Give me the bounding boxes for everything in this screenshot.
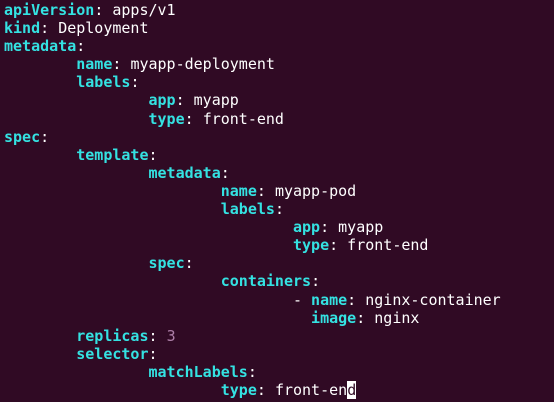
yaml-separator: : bbox=[40, 19, 59, 38]
yaml-separator: : bbox=[311, 272, 321, 291]
yaml-key: apiVersion bbox=[4, 1, 95, 19]
yaml-key: matchLabels bbox=[148, 362, 248, 381]
yaml-separator: : bbox=[112, 55, 131, 74]
yaml-key: type bbox=[220, 380, 257, 399]
code-line: labels: bbox=[4, 73, 501, 91]
yaml-separator: : bbox=[148, 344, 158, 363]
yaml-separator: : bbox=[356, 308, 375, 327]
yaml-value: Deployment bbox=[58, 19, 149, 38]
code-line: type: front-end bbox=[4, 380, 501, 399]
yaml-separator: : bbox=[247, 362, 257, 381]
yaml-separator: : bbox=[320, 218, 339, 237]
terminal-window[interactable]: apiVersion: apps/v1 kind: Deployment metad… bbox=[0, 0, 554, 402]
yaml-key: image bbox=[311, 308, 357, 327]
yaml-key: spec bbox=[148, 254, 185, 273]
yaml-key: type bbox=[148, 109, 185, 128]
yaml-key: app bbox=[148, 91, 176, 110]
code-line: name: myapp-deployment bbox=[4, 55, 501, 73]
yaml-separator: : bbox=[175, 91, 194, 110]
yaml-separator: : bbox=[220, 163, 230, 182]
yaml-value: front-end bbox=[347, 236, 429, 255]
code-line: containers: bbox=[4, 272, 501, 290]
yaml-key: name bbox=[311, 290, 348, 309]
yaml-value: myapp-pod bbox=[274, 181, 357, 200]
yaml-separator: : bbox=[256, 181, 275, 200]
yaml-key: metadata bbox=[148, 163, 221, 182]
code-line: replicas: 3 bbox=[4, 327, 501, 345]
yaml-separator: : bbox=[130, 73, 140, 92]
yaml-value: myapp-deployment bbox=[130, 55, 275, 74]
yaml-separator: : bbox=[148, 326, 167, 345]
text-cursor: d bbox=[347, 380, 357, 399]
code-line: app: myapp bbox=[4, 218, 501, 236]
yaml-key: spec bbox=[4, 127, 41, 146]
yaml-key: name bbox=[220, 181, 257, 200]
code-line: name: myapp-pod bbox=[4, 182, 501, 200]
code-line: app: myapp bbox=[4, 91, 501, 109]
code-line: spec: bbox=[4, 254, 501, 272]
yaml-value: apps/v1 bbox=[112, 1, 176, 19]
code-line: metadata: bbox=[4, 164, 501, 182]
yaml-separator: : bbox=[274, 200, 284, 219]
code-line: matchLabels: bbox=[4, 363, 501, 381]
yaml-separator: : bbox=[347, 290, 366, 309]
code-line: metadata: bbox=[4, 37, 501, 55]
yaml-key: selector bbox=[76, 344, 149, 363]
yaml-key: labels bbox=[220, 200, 275, 219]
code-line: selector: bbox=[4, 345, 501, 363]
yaml-separator: : bbox=[329, 236, 348, 255]
code-line: apiVersion: apps/v1 bbox=[4, 1, 501, 19]
yaml-key: metadata bbox=[4, 37, 77, 56]
yaml-key: name bbox=[76, 55, 113, 74]
yaml-separator: : bbox=[76, 37, 86, 56]
yaml-value: nginx-container bbox=[365, 290, 501, 309]
code-line: image: nginx bbox=[4, 309, 501, 327]
code-line: labels: bbox=[4, 200, 501, 218]
yaml-key: labels bbox=[76, 73, 131, 92]
yaml-separator: : bbox=[94, 1, 113, 19]
yaml-separator: : bbox=[184, 109, 203, 128]
yaml-editor-text[interactable]: apiVersion: apps/v1 kind: Deployment metad… bbox=[4, 1, 501, 399]
yaml-value: myapp bbox=[193, 91, 239, 110]
yaml-value: 3 bbox=[166, 326, 176, 345]
yaml-key: containers bbox=[220, 272, 312, 291]
yaml-key: replicas bbox=[76, 326, 149, 345]
code-line: template: bbox=[4, 146, 501, 164]
yaml-key: app bbox=[292, 218, 321, 237]
yaml-value: myapp bbox=[338, 218, 384, 237]
yaml-separator: : bbox=[184, 254, 194, 273]
yaml-value: front-end bbox=[202, 109, 284, 128]
yaml-separator: : bbox=[40, 127, 50, 146]
yaml-separator: : bbox=[148, 145, 158, 164]
code-line: spec: bbox=[4, 128, 501, 146]
yaml-separator: : bbox=[256, 380, 275, 399]
yaml-value: nginx bbox=[374, 308, 420, 327]
code-line: type: front-end bbox=[4, 110, 501, 128]
code-line: type: front-end bbox=[4, 236, 501, 254]
line-indent: - bbox=[4, 290, 312, 309]
yaml-value: front-en bbox=[274, 380, 348, 399]
code-line: kind: Deployment bbox=[4, 19, 501, 37]
code-line: - name: nginx-container bbox=[4, 291, 501, 309]
yaml-key: template bbox=[76, 145, 149, 164]
yaml-key: kind bbox=[4, 19, 41, 38]
yaml-key: type bbox=[292, 236, 330, 255]
